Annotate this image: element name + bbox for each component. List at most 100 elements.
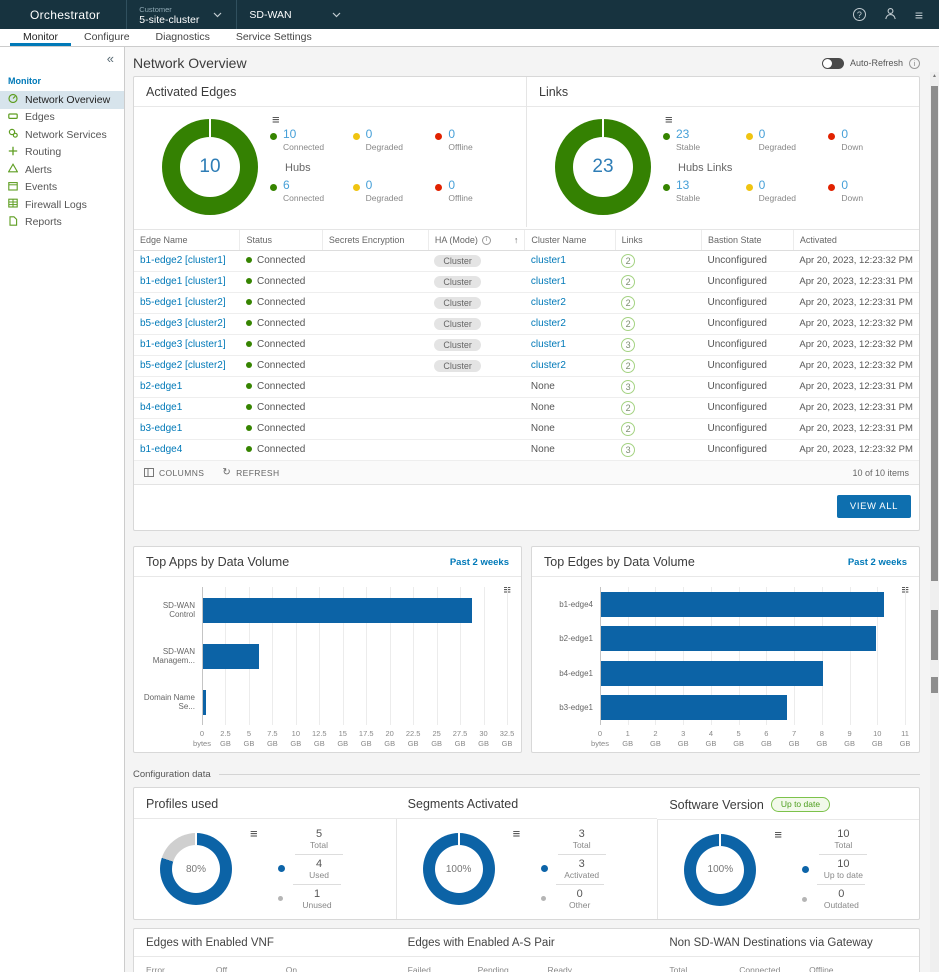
table-row[interactable]: b4-edge1ConnectedNone2UnconfiguredApr 20… [134,398,919,419]
links-count-badge[interactable]: 2 [621,317,635,331]
info-icon[interactable]: i [482,236,491,245]
stat-value[interactable]: 6 [283,178,324,192]
table-row[interactable]: b3-edge1ConnectedNone2UnconfiguredApr 20… [134,419,919,440]
scroll-up-icon[interactable]: ▲ [930,73,939,79]
cluster-link[interactable]: cluster1 [531,276,566,287]
edge-name-link[interactable]: b5-edge1 [cluster2] [140,297,226,308]
auto-refresh-toggle[interactable] [822,58,844,69]
bar-b2-edge1[interactable] [601,626,876,651]
refresh-button[interactable]: ↻ REFRESH [222,467,279,478]
links-count-badge[interactable]: 3 [621,338,635,352]
service-selector[interactable]: SD-WAN [237,0,301,29]
sidebar-item-network-overview[interactable]: Network Overview [0,91,124,109]
cluster-link[interactable]: cluster2 [531,318,566,329]
links-count-badge[interactable]: 2 [621,422,635,436]
table-row[interactable]: b5-edge2 [cluster2]ConnectedClusterclust… [134,356,919,377]
chart-menu-icon[interactable]: ≡ [774,828,782,841]
links-count-badge[interactable]: 2 [621,275,635,289]
bar-sd-wan-managem-[interactable] [203,644,259,669]
chevron-down-icon[interactable] [332,12,341,18]
links-count-badge[interactable]: 2 [621,401,635,415]
bar-domain-name-se-[interactable] [203,690,206,715]
col-cluster-name[interactable]: Cluster Name [525,230,615,251]
columns-button[interactable]: COLUMNS [144,468,204,478]
col-activated[interactable]: Activated [793,230,919,251]
sidebar-item-routing[interactable]: Routing [0,144,124,162]
stat-value[interactable]: 10 [283,127,324,141]
col-status[interactable]: Status [240,230,322,251]
links-count-badge[interactable]: 3 [621,443,635,457]
table-row[interactable]: b1-edge2 [cluster1]ConnectedClusterclust… [134,251,919,272]
cluster-link[interactable]: cluster1 [531,255,566,266]
col-ha-mode[interactable]: HA (Mode)i↑ [428,230,525,251]
chart-menu-icon[interactable]: ≡ [665,113,673,126]
stat-value[interactable]: 23 [676,127,700,141]
scrollbar-thumb[interactable] [931,610,938,660]
sidebar-item-reports[interactable]: Reports [0,214,124,232]
col-edge-name[interactable]: Edge Name [134,230,240,251]
info-icon[interactable]: i [909,58,920,69]
edge-name-link[interactable]: b5-edge2 [cluster2] [140,360,226,371]
links-count-badge[interactable]: 3 [621,380,635,394]
edge-name-link[interactable]: b1-edge2 [cluster1] [140,255,226,266]
bar-b3-edge1[interactable] [601,695,787,720]
stat-value[interactable]: 0 [448,127,472,141]
sidebar-item-edges[interactable]: Edges [0,109,124,127]
bar-b4-edge1[interactable] [601,661,823,686]
table-row[interactable]: b1-edge3 [cluster1]ConnectedClusterclust… [134,335,919,356]
col-secrets[interactable]: Secrets Encryption [322,230,428,251]
edge-name-link[interactable]: b1-edge1 [cluster1] [140,276,226,287]
user-icon[interactable] [884,7,897,22]
bar-sd-wan-control[interactable] [203,598,472,623]
edge-name-link[interactable]: b1-edge4 [140,444,182,455]
sort-asc-icon[interactable]: ↑ [514,235,519,245]
stat-value[interactable]: 0 [841,127,863,141]
edges-donut-value[interactable]: 10 [199,156,220,178]
col-links[interactable]: Links [615,230,701,251]
stat-value[interactable]: 0 [759,127,796,141]
links-donut-value[interactable]: 23 [592,156,613,178]
table-row[interactable]: b1-edge1 [cluster1]ConnectedClusterclust… [134,272,919,293]
sidebar-item-network-services[interactable]: Network Services [0,126,124,144]
edge-name-link[interactable]: b3-edge1 [140,423,182,434]
table-row[interactable]: b2-edge1ConnectedNone3UnconfiguredApr 20… [134,377,919,398]
stat-value[interactable]: 0 [366,127,403,141]
bar-b1-edge4[interactable] [601,592,884,617]
scrollbar-thumb[interactable] [931,86,938,581]
links-count-badge[interactable]: 2 [621,254,635,268]
sidebar-item-events[interactable]: Events [0,179,124,197]
chevron-down-icon[interactable] [213,12,222,18]
edge-name-link[interactable]: b2-edge1 [140,381,182,392]
links-count-badge[interactable]: 2 [621,359,635,373]
col-bastion-state[interactable]: Bastion State [702,230,794,251]
cluster-link[interactable]: cluster1 [531,339,566,350]
time-range-link[interactable]: Past 2 weeks [450,557,509,568]
cluster-link[interactable]: cluster2 [531,360,566,371]
edge-name-link[interactable]: b1-edge3 [cluster1] [140,339,226,350]
sidebar-item-alerts[interactable]: Alerts [0,161,124,179]
customer-selector[interactable]: Customer 5-site-cluster [127,0,209,29]
vertical-scrollbar[interactable]: ▲ [930,72,939,972]
table-row[interactable]: b5-edge1 [cluster2]ConnectedClusterclust… [134,293,919,314]
stat-value[interactable]: 13 [676,178,700,192]
tab-configure[interactable]: Configure [71,29,143,46]
menu-icon[interactable]: ≡ [915,8,923,22]
cluster-link[interactable]: cluster2 [531,297,566,308]
stat-value[interactable]: 0 [366,178,403,192]
chart-menu-icon[interactable]: ≡ [272,113,280,126]
help-icon[interactable]: ? [853,8,866,21]
chart-menu-icon[interactable]: ≡ [513,827,521,840]
table-row[interactable]: b1-edge4ConnectedNone3UnconfiguredApr 20… [134,440,919,461]
collapse-sidebar-icon[interactable]: « [107,51,114,66]
scrollbar-thumb[interactable] [931,677,938,693]
tab-diagnostics[interactable]: Diagnostics [143,29,223,46]
chart-menu-icon[interactable]: ≡ [250,827,258,840]
view-all-button[interactable]: VIEW ALL [837,495,911,518]
links-count-badge[interactable]: 2 [621,296,635,310]
tab-monitor[interactable]: Monitor [10,29,71,46]
sidebar-item-firewall-logs[interactable]: Firewall Logs [0,196,124,214]
time-range-link[interactable]: Past 2 weeks [848,557,907,568]
stat-value[interactable]: 0 [841,178,863,192]
edge-name-link[interactable]: b5-edge3 [cluster2] [140,318,226,329]
tab-service-settings[interactable]: Service Settings [223,29,325,46]
